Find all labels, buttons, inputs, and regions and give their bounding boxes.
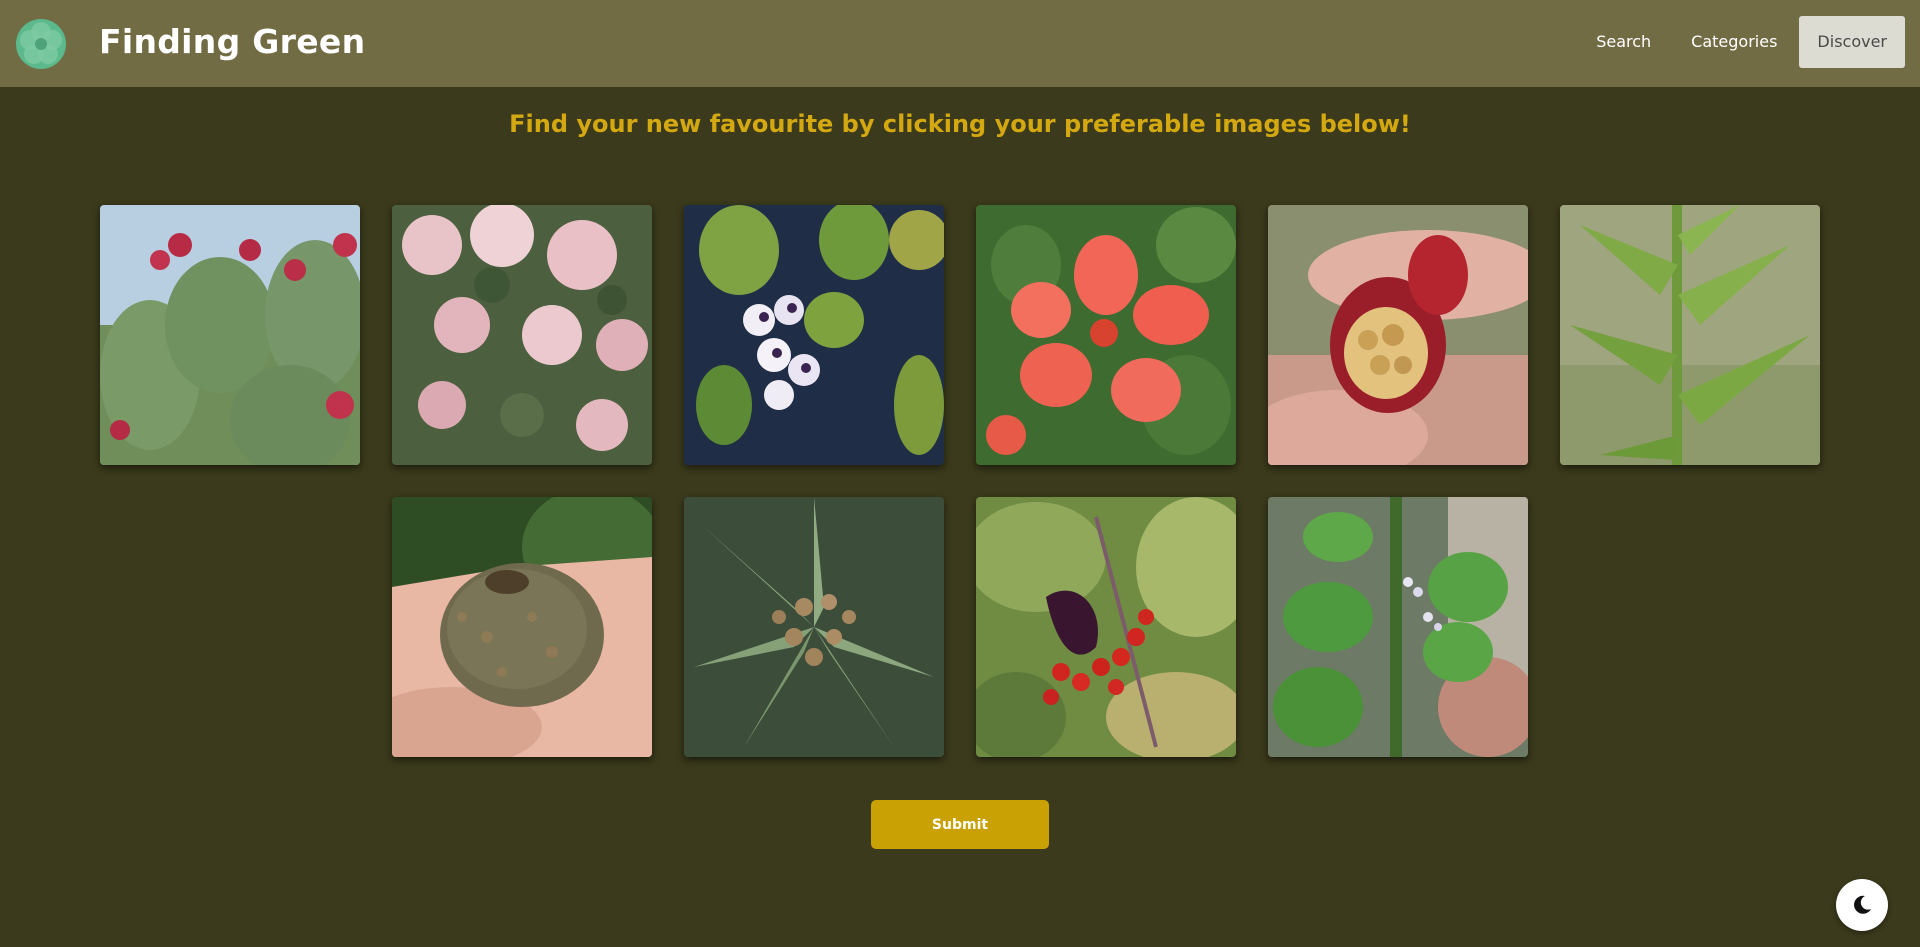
image-tile-green-stem[interactable] <box>1560 205 1820 465</box>
nav-links: Search Categories Discover <box>1578 16 1905 68</box>
image-tile-cactus[interactable] <box>100 205 360 465</box>
image-tile-brown-fruit[interactable] <box>392 497 652 757</box>
nav-discover[interactable]: Discover <box>1799 16 1905 68</box>
nav-search[interactable]: Search <box>1578 16 1669 68</box>
page-heading: Find your new favourite by clicking your… <box>509 110 1411 138</box>
brand-title[interactable]: Finding Green <box>99 22 365 61</box>
logo-icon[interactable] <box>15 18 67 70</box>
image-tile-leaf-rosette[interactable] <box>684 497 944 757</box>
image-tile-red-fruit[interactable] <box>1268 205 1528 465</box>
submit-button[interactable]: Submit <box>871 800 1049 849</box>
nav-categories[interactable]: Categories <box>1673 16 1795 68</box>
image-tile-water-hyacinth[interactable] <box>684 205 944 465</box>
moon-icon <box>1854 895 1871 914</box>
image-tile-red-berries[interactable] <box>976 497 1236 757</box>
image-tile-red-flower[interactable] <box>976 205 1236 465</box>
theme-toggle-button[interactable] <box>1836 879 1888 931</box>
image-tile-pink-shrub[interactable] <box>392 205 652 465</box>
image-tile-white-flowers[interactable] <box>1268 497 1528 757</box>
navbar: Finding Green Search Categories Discover <box>0 0 1920 87</box>
